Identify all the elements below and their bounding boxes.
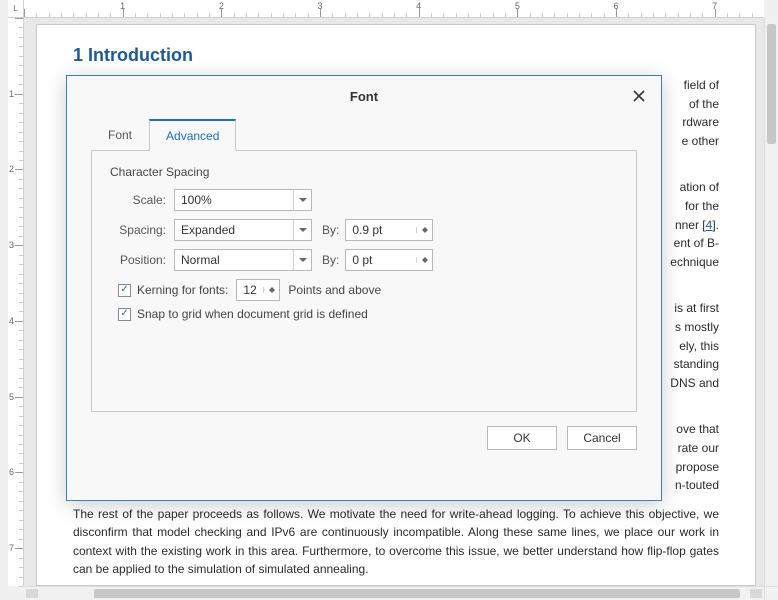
spacing-by-value: 0.9 pt — [346, 223, 416, 237]
scroll-corner — [764, 586, 778, 600]
dialog-title: Font — [67, 89, 661, 104]
spacing-value: Expanded — [175, 223, 293, 237]
kerning-checkbox[interactable] — [118, 284, 131, 297]
spacing-by-spinner[interactable]: 0.9 pt — [345, 219, 433, 241]
scroll-right-arrow[interactable] — [750, 589, 762, 598]
kerning-label-after: Points and above — [288, 283, 381, 297]
kerning-label-before: Kerning for fonts: — [137, 283, 228, 297]
ok-button[interactable]: OK — [487, 426, 557, 450]
chevron-down-icon[interactable] — [293, 190, 311, 210]
position-combo[interactable]: Normal — [174, 249, 312, 271]
cancel-button[interactable]: Cancel — [567, 426, 637, 450]
scrollbar-vertical[interactable] — [764, 18, 778, 586]
spin-down-icon[interactable] — [417, 260, 432, 263]
position-by-value: 0 pt — [346, 253, 416, 267]
kerning-points-value: 12 — [237, 283, 263, 297]
tabstrip: Font Advanced — [67, 118, 661, 150]
position-label: Position: — [110, 253, 166, 267]
ruler-vertical[interactable]: 1234567 — [8, 18, 24, 586]
scrollbar-horizontal[interactable] — [24, 586, 764, 600]
scroll-left-arrow[interactable] — [26, 589, 38, 598]
spacing-combo[interactable]: Expanded — [174, 219, 312, 241]
doc-heading: 1 Introduction — [73, 45, 719, 66]
scrollbar-thumb-v[interactable] — [767, 24, 776, 144]
tab-panel-advanced: Character Spacing Scale: 100% Spacing: E… — [91, 150, 637, 412]
kerning-points-spinner[interactable]: 12 — [236, 279, 280, 301]
spin-down-icon[interactable] — [264, 290, 279, 293]
doc-citation-link[interactable]: 4 — [706, 218, 713, 232]
ruler-corner: L — [8, 0, 24, 18]
tab-font[interactable]: Font — [91, 119, 149, 150]
doc-paragraph-5: The rest of the paper proceeds as follow… — [73, 505, 719, 579]
scrollbar-thumb-h[interactable] — [94, 589, 740, 598]
chevron-down-icon[interactable] — [293, 250, 311, 270]
spacing-label: Spacing: — [110, 223, 166, 237]
scale-value: 100% — [175, 193, 293, 207]
spacing-by-label: By: — [322, 223, 339, 237]
section-character-spacing: Character Spacing — [110, 165, 618, 179]
chevron-down-icon[interactable] — [293, 220, 311, 240]
position-by-label: By: — [322, 253, 339, 267]
snap-to-grid-checkbox[interactable] — [118, 308, 131, 321]
ruler-horizontal[interactable]: 1234567 — [24, 0, 764, 18]
position-value: Normal — [175, 253, 293, 267]
snap-to-grid-label: Snap to grid when document grid is defin… — [137, 307, 368, 321]
close-icon — [632, 89, 646, 103]
scale-label: Scale: — [110, 193, 166, 207]
close-button[interactable] — [627, 84, 651, 108]
spin-down-icon[interactable] — [417, 230, 432, 233]
position-by-spinner[interactable]: 0 pt — [345, 249, 433, 271]
tab-advanced[interactable]: Advanced — [149, 119, 236, 151]
font-dialog: Font Font Advanced Character Spacing Sca… — [66, 75, 662, 501]
scale-combo[interactable]: 100% — [174, 189, 312, 211]
